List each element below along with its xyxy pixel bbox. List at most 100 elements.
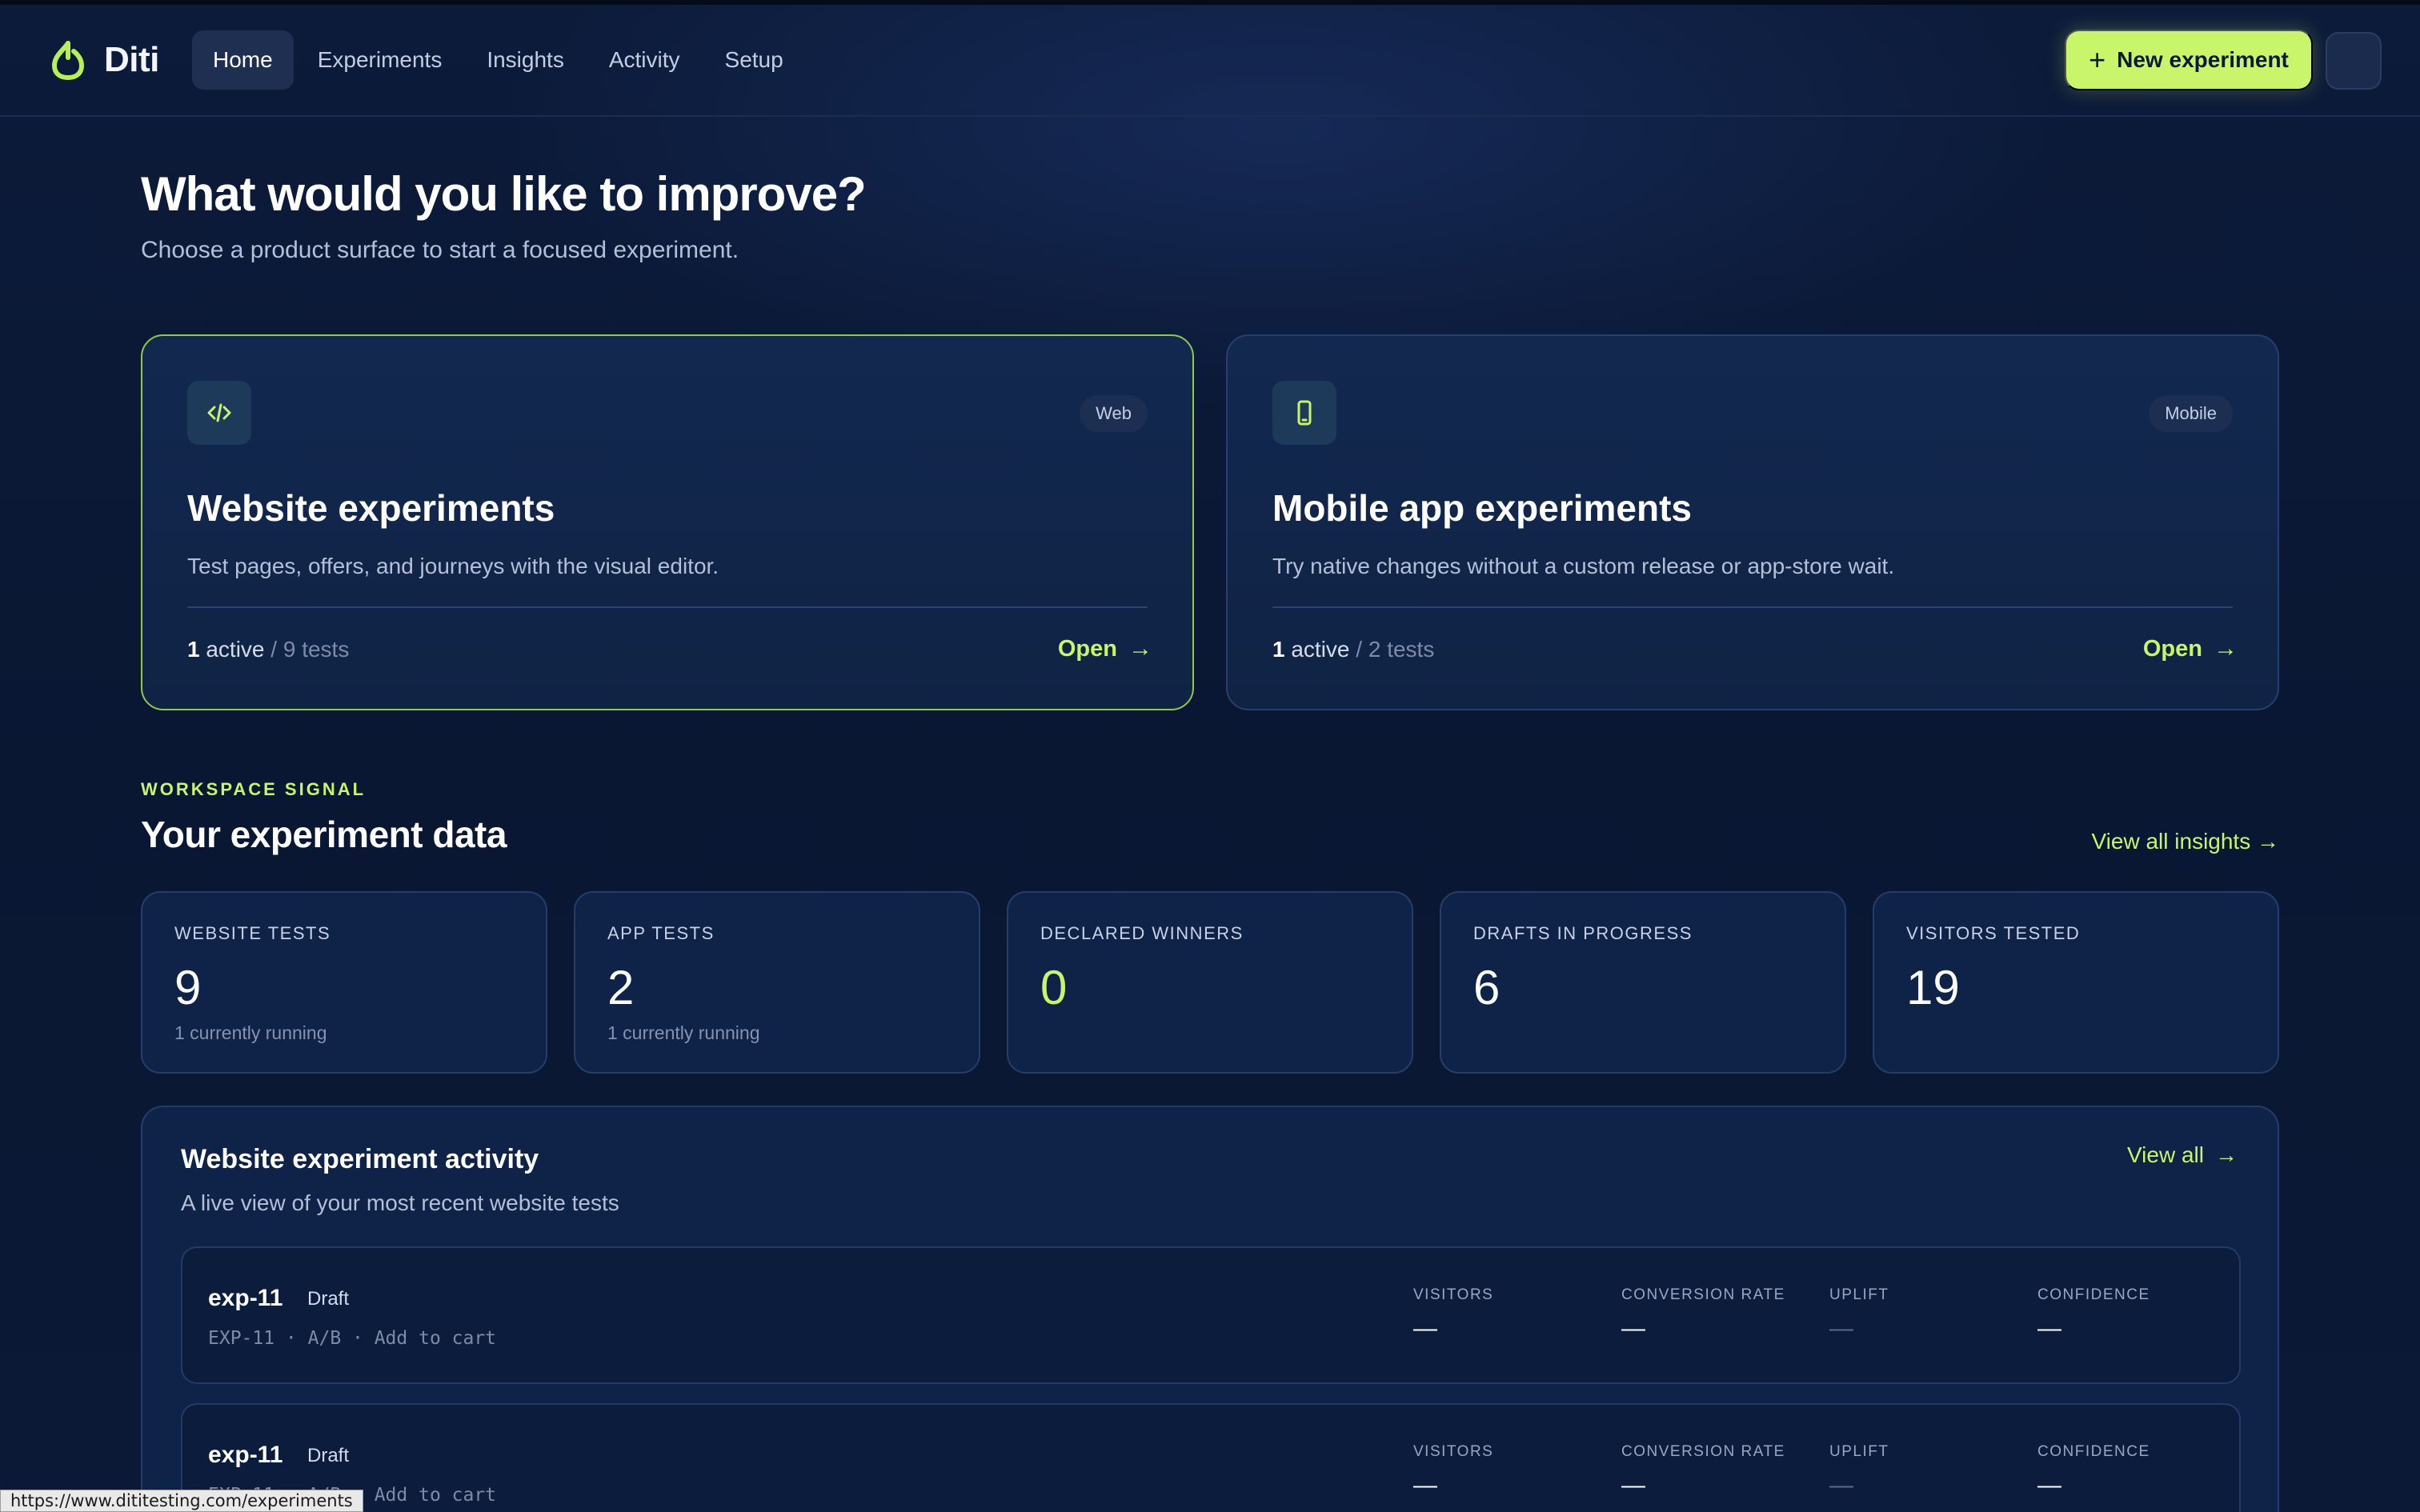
metric-label: CONVERSION RATE [1621, 1286, 1785, 1303]
mobile-experiments-card[interactable]: Mobile Mobile app experiments Try native… [1226, 334, 2279, 710]
active-label: active [206, 637, 265, 662]
stat-label: APP TESTS [607, 923, 715, 943]
page-subtitle: Choose a product surface to start a focu… [141, 237, 739, 263]
stat-label: DRAFTS IN PROGRESS [1473, 923, 1693, 943]
mobile-card-stats: 1 active / 2 tests [1272, 637, 1434, 662]
metric-value: — [1621, 1315, 1645, 1342]
experiment-name: exp-11 [208, 1442, 283, 1468]
new-experiment-button[interactable]: + New experiment [2065, 30, 2313, 90]
panel-subtitle: A live view of your most recent website … [181, 1190, 619, 1215]
website-card-description: Test pages, offers, and journeys with th… [187, 554, 719, 578]
mobile-open-link[interactable]: Open → [2143, 635, 2238, 662]
panel-title: Website experiment activity [181, 1144, 539, 1174]
activity-row[interactable]: exp-11 Draft EXP-11 · A/B · Add to cart … [181, 1246, 2241, 1384]
metric-label: VISITORS [1413, 1443, 1494, 1460]
view-all-activity-link[interactable]: View all → [2127, 1142, 2238, 1168]
stat-value: 0 [1040, 961, 1068, 1014]
nav-activity[interactable]: Activity [588, 30, 701, 90]
tests-count: / 9 tests [270, 637, 350, 662]
website-activity-panel: Website experiment activity A live view … [141, 1106, 2279, 1512]
arrow-right-icon: → [2215, 1142, 2238, 1167]
nav-experiments[interactable]: Experiments [297, 30, 463, 90]
phone-icon [1272, 381, 1336, 445]
divider [1272, 606, 2233, 608]
metric-label: CONVERSION RATE [1621, 1443, 1785, 1460]
metric-value: — [2037, 1315, 2061, 1342]
account-avatar[interactable] [2326, 32, 2382, 90]
metric-label: VISITORS [1413, 1286, 1494, 1303]
stat-value: 6 [1473, 961, 1500, 1014]
experiment-name: exp-11 [208, 1285, 283, 1311]
metric-conversion-rate: CONVERSION RATE — [1621, 1286, 1785, 1342]
section-title: Your experiment data [141, 814, 507, 855]
code-icon [187, 381, 251, 445]
view-all-insights-link[interactable]: View all insights → [2092, 829, 2279, 854]
website-open-link[interactable]: Open → [1058, 635, 1152, 662]
view-all-label: View all [2127, 1142, 2204, 1167]
metric-confidence: CONFIDENCE — [2037, 1286, 2150, 1342]
metric-value: — [1829, 1472, 1853, 1498]
active-label: active [1291, 637, 1350, 662]
status-badge: Draft [307, 1288, 350, 1310]
stat-card-visitors: VISITORS TESTED 19 [1873, 891, 2279, 1074]
metric-value: — [2037, 1472, 2061, 1498]
stat-label: VISITORS TESTED [1906, 923, 2081, 943]
nav-links: Home Experiments Insights Activity Setup [192, 30, 807, 90]
stat-sub: 1 currently running [174, 1022, 327, 1043]
metric-value: — [1413, 1315, 1437, 1342]
metric-confidence: CONFIDENCE — [2037, 1443, 2150, 1499]
metric-visitors: VISITORS — [1413, 1443, 1493, 1499]
website-experiments-card[interactable]: Web Website experiments Test pages, offe… [141, 334, 1194, 710]
activity-row[interactable]: exp-11 Draft EXP-11 · A/B · Add to cart … [181, 1403, 2241, 1512]
stat-label: WEBSITE TESTS [174, 923, 331, 943]
divider [187, 606, 1148, 608]
plus-icon: + [2089, 43, 2106, 76]
stat-card-declared-winners: DECLARED WINNERS 0 [1007, 891, 1413, 1074]
mobile-badge: Mobile [2149, 395, 2233, 432]
stat-value: 19 [1906, 961, 1960, 1014]
metric-label: UPLIFT [1829, 1286, 1889, 1303]
metric-visitors: VISITORS — [1413, 1286, 1493, 1342]
nav-insights[interactable]: Insights [466, 30, 585, 90]
diti-logo-icon [51, 41, 85, 80]
brand-name: Diti [104, 40, 159, 79]
metric-uplift: UPLIFT — [1829, 1286, 1889, 1342]
stat-card-app-tests: APP TESTS 2 1 currently running [574, 891, 980, 1074]
website-card-stats: 1 active / 9 tests [187, 637, 349, 662]
active-count: 1 [187, 637, 200, 662]
nav-setup[interactable]: Setup [704, 30, 804, 90]
stat-label: DECLARED WINNERS [1040, 923, 1244, 943]
website-card-title: Website experiments [187, 487, 555, 529]
status-badge: Draft [307, 1445, 350, 1466]
metric-label: UPLIFT [1829, 1443, 1889, 1460]
active-count: 1 [1272, 637, 1285, 662]
nav-home[interactable]: Home [192, 30, 294, 90]
metric-value: — [1829, 1315, 1853, 1342]
stats-row: WEBSITE TESTS 9 1 currently running APP … [141, 891, 2279, 1074]
stat-card-drafts: DRAFTS IN PROGRESS 6 [1440, 891, 1846, 1074]
browser-status-url: https://www.dititesting.com/experiments [0, 1490, 363, 1512]
new-experiment-label: New experiment [2117, 47, 2289, 72]
stat-sub: 1 currently running [607, 1022, 760, 1043]
experiment-meta: EXP-11 · A/B · Add to cart [208, 1328, 497, 1349]
tests-count: / 2 tests [1356, 637, 1435, 662]
brand[interactable]: Diti [50, 40, 159, 80]
page-title: What would you like to improve? [141, 167, 867, 221]
open-label: Open [1057, 635, 1117, 662]
open-label: Open [2142, 635, 2202, 662]
arrow-right-icon: → [2214, 635, 2238, 662]
stat-value: 9 [174, 961, 202, 1014]
metric-label: CONFIDENCE [2037, 1286, 2150, 1303]
metric-value: — [1413, 1472, 1437, 1498]
mobile-card-description: Try native changes without a custom rele… [1272, 554, 1895, 578]
stat-card-website-tests: WEBSITE TESTS 9 1 currently running [141, 891, 547, 1074]
top-navigation: Diti Home Experiments Insights Activity … [0, 5, 2420, 117]
stat-value: 2 [607, 961, 635, 1014]
arrow-right-icon: → [1128, 635, 1152, 662]
metric-value: — [1621, 1472, 1645, 1498]
metric-label: CONFIDENCE [2037, 1443, 2150, 1460]
web-badge: Web [1080, 395, 1148, 432]
metric-conversion-rate: CONVERSION RATE — [1621, 1443, 1785, 1499]
section-eyebrow: WORKSPACE SIGNAL [141, 779, 367, 799]
mobile-card-title: Mobile app experiments [1272, 487, 1693, 529]
